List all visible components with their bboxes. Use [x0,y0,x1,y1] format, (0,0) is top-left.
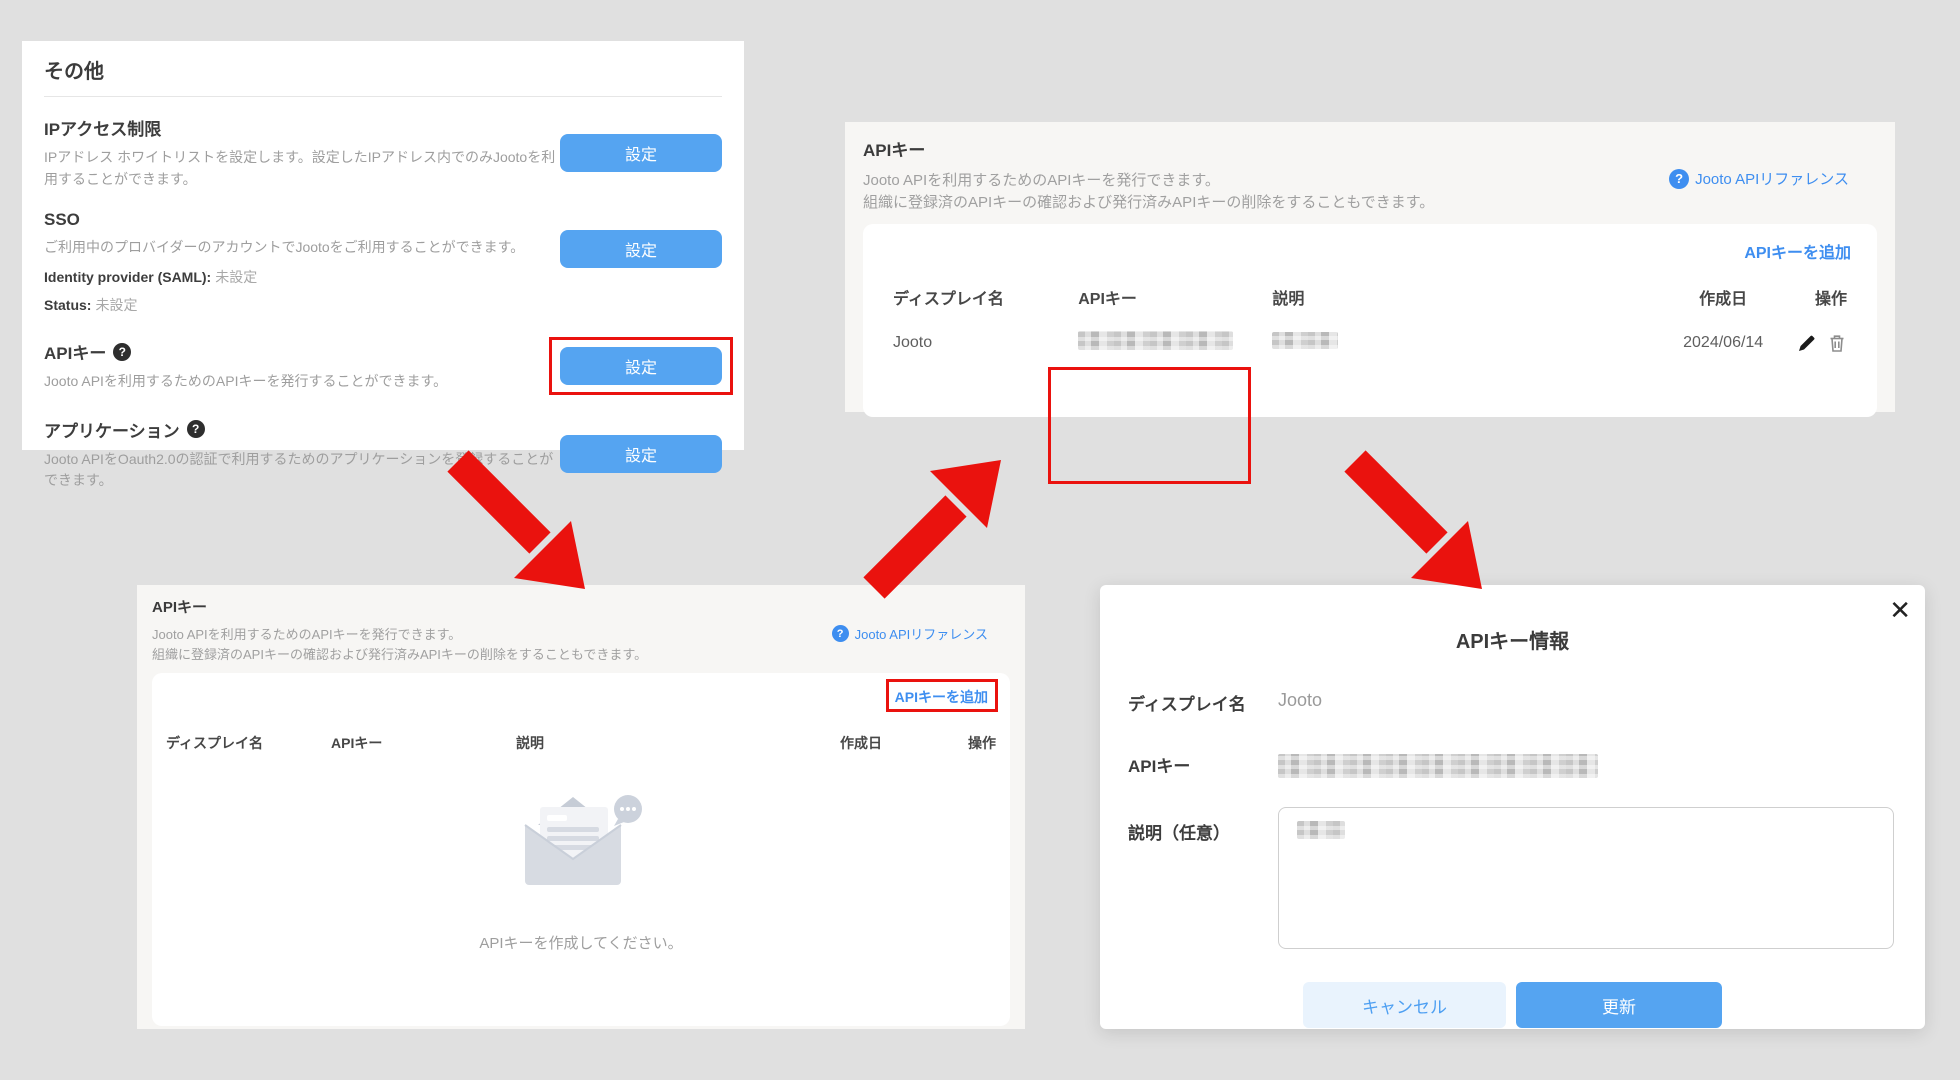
api-reference-link-empty[interactable]: ? Jooto APIリファレンス [832,624,988,643]
setting-row-api-key: APIキー ? Jooto APIを利用するためのAPIキーを発行することができ… [44,339,722,393]
sso-heading: SSO [44,210,560,230]
sso-settings-button[interactable]: 設定 [560,230,722,268]
api-key-heading: APIキー [44,339,106,364]
display-name-value: Jooto [1278,690,1322,711]
col-api-key: APIキー [331,733,516,753]
dots-speech-bubble-icon [614,795,642,826]
question-circle-icon: ? [1669,169,1689,189]
edit-pencil-icon[interactable] [1797,333,1817,353]
api-list-description-line2: 組織に登録済のAPIキーの確認および発行済みAPIキーの削除をすることもできます… [863,192,1877,214]
update-button[interactable]: 更新 [1516,982,1722,1028]
api-empty-table-card: APIキーを追加 ディスプレイ名 APIキー 説明 作成日 操作 [152,673,1010,1026]
api-key-settings-button[interactable]: 設定 [560,347,722,385]
col-created-date: 作成日 [1659,285,1788,309]
empty-state: APIキーを作成してください。 [152,791,1010,953]
api-key-list-panel: APIキー Jooto APIを利用するためのAPIキーを発行できます。 組織に… [845,122,1895,412]
col-created-date: 作成日 [840,733,950,753]
description-label: 説明（任意） [1128,816,1278,844]
api-empty-description-line2: 組織に登録済のAPIキーの確認および発行済みAPIキーの削除をすることもできます… [152,645,1010,665]
api-key-info-modal: ✕ APIキー情報 ディスプレイ名 Jooto APIキー 説明（任意） キャン… [1100,585,1925,1029]
settings-panel-title: その他 [44,55,722,97]
row-description-masked [1272,332,1338,349]
add-api-key-link-empty[interactable]: APIキーを追加 [895,687,988,707]
row-display-name: Jooto [893,334,1078,352]
display-name-label: ディスプレイ名 [1128,690,1278,715]
ip-restriction-heading: IPアクセス制限 [44,115,560,140]
close-icon[interactable]: ✕ [1889,595,1911,626]
row-created-date: 2024/06/14 [1659,334,1788,352]
sso-identity-provider-line: Identity provider (SAML):未設定 [44,267,560,287]
api-key-label: APIキー [1128,752,1278,777]
col-display-name: ディスプレイ名 [893,285,1078,309]
envelope-illustration [516,791,646,899]
sso-status-line: Status:未設定 [44,295,560,315]
api-reference-link[interactable]: ? Jooto APIリファレンス [1669,168,1849,189]
api-key-table-row: Jooto 2024/06/14 [863,331,1877,355]
question-circle-icon: ? [832,625,849,642]
col-description: 説明 [516,733,840,753]
modal-title: APIキー情報 [1100,625,1925,654]
description-value-masked [1297,821,1345,839]
application-heading: アプリケーション [44,417,180,442]
display-name-field: ディスプレイ名 Jooto [1100,690,1925,715]
api-key-column-highlight [1048,367,1251,484]
setting-row-application: アプリケーション ? Jooto APIをOauth2.0の認証で利用するための… [44,417,722,492]
ip-restriction-description: IPアドレス ホワイトリストを設定します。設定したIPアドレス内でのみJooto… [44,147,560,190]
api-key-field: APIキー [1100,752,1925,778]
arrow-down-right-3 [1337,447,1492,597]
empty-message: APIキーを作成してください。 [152,932,1010,953]
application-help-icon[interactable]: ? [187,420,205,438]
col-description: 説明 [1272,285,1658,309]
setting-row-ip-restriction: IPアクセス制限 IPアドレス ホワイトリストを設定します。設定したIPアドレス… [44,115,722,190]
col-actions: 操作 [1788,285,1847,309]
col-display-name: ディスプレイ名 [166,733,331,753]
api-empty-table-header: ディスプレイ名 APIキー 説明 作成日 操作 [152,733,1010,753]
col-actions: 操作 [956,733,996,753]
col-api-key: APIキー [1078,285,1272,309]
api-list-table-header: ディスプレイ名 APIキー 説明 作成日 操作 [863,285,1877,309]
description-field: 説明（任意） [1100,816,1925,949]
sso-identity-provider-value: 未設定 [215,269,257,285]
api-list-title: APIキー [863,136,1877,161]
api-key-empty-panel: APIキー Jooto APIを利用するためのAPIキーを発行できます。 組織に… [137,585,1025,1029]
row-api-key-masked [1078,331,1233,350]
description-textarea[interactable] [1278,807,1894,949]
ip-restriction-settings-button[interactable]: 設定 [560,134,722,172]
arrow-down-right-1 [440,447,595,597]
sso-description: ご利用中のプロバイダーのアカウントでJootoをご利用することができます。 [44,237,560,259]
delete-trash-icon[interactable] [1827,333,1847,353]
api-key-description: Jooto APIを利用するためのAPIキーを発行することができます。 [44,371,560,393]
add-api-key-link[interactable]: APIキーを追加 [1744,239,1851,263]
api-list-table-card: APIキーを追加 ディスプレイ名 APIキー 説明 作成日 操作 Jooto 2… [863,224,1877,417]
settings-panel: その他 IPアクセス制限 IPアドレス ホワイトリストを設定します。設定したIP… [22,41,744,450]
api-key-value-masked [1278,754,1598,778]
sso-status-value: 未設定 [95,297,137,313]
arrow-up-right-2 [856,452,1011,602]
api-key-help-icon[interactable]: ? [113,343,131,361]
setting-row-sso: SSO ご利用中のプロバイダーのアカウントでJootoをご利用することができます… [44,210,722,315]
cancel-button[interactable]: キャンセル [1303,982,1506,1028]
